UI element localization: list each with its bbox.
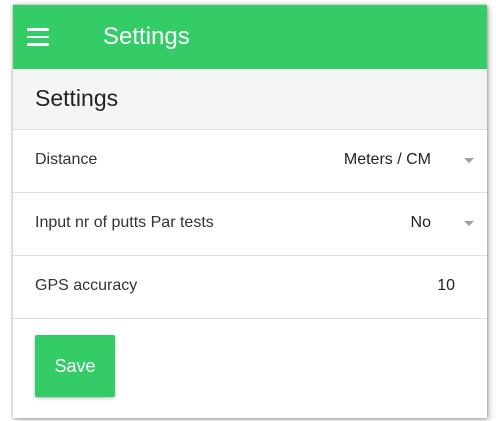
putts-label: Input nr of putts Par tests <box>35 214 214 231</box>
chevron-down-icon[interactable] <box>464 221 474 226</box>
setting-row-gps-accuracy: GPS accuracy 10 <box>13 256 487 319</box>
distance-select[interactable]: Meters / CM <box>344 150 431 170</box>
chevron-down-icon[interactable] <box>464 158 474 163</box>
distance-label: Distance <box>35 151 98 168</box>
hamburger-menu-icon[interactable] <box>27 28 49 46</box>
app-bar: Settings <box>13 5 487 69</box>
section-title: Settings <box>35 85 119 111</box>
setting-row-distance: Distance Meters / CM <box>13 130 487 193</box>
save-button[interactable]: Save <box>35 335 115 397</box>
app-bar-title: Settings <box>103 23 190 50</box>
section-header: Settings <box>13 69 487 130</box>
putts-select[interactable]: No <box>411 213 431 233</box>
gps-accuracy-input[interactable]: 10 <box>437 276 455 296</box>
app-window: Settings Settings Distance Meters / CM I… <box>13 5 487 418</box>
setting-row-putts: Input nr of putts Par tests No <box>13 193 487 256</box>
gps-accuracy-label: GPS accuracy <box>35 277 138 294</box>
